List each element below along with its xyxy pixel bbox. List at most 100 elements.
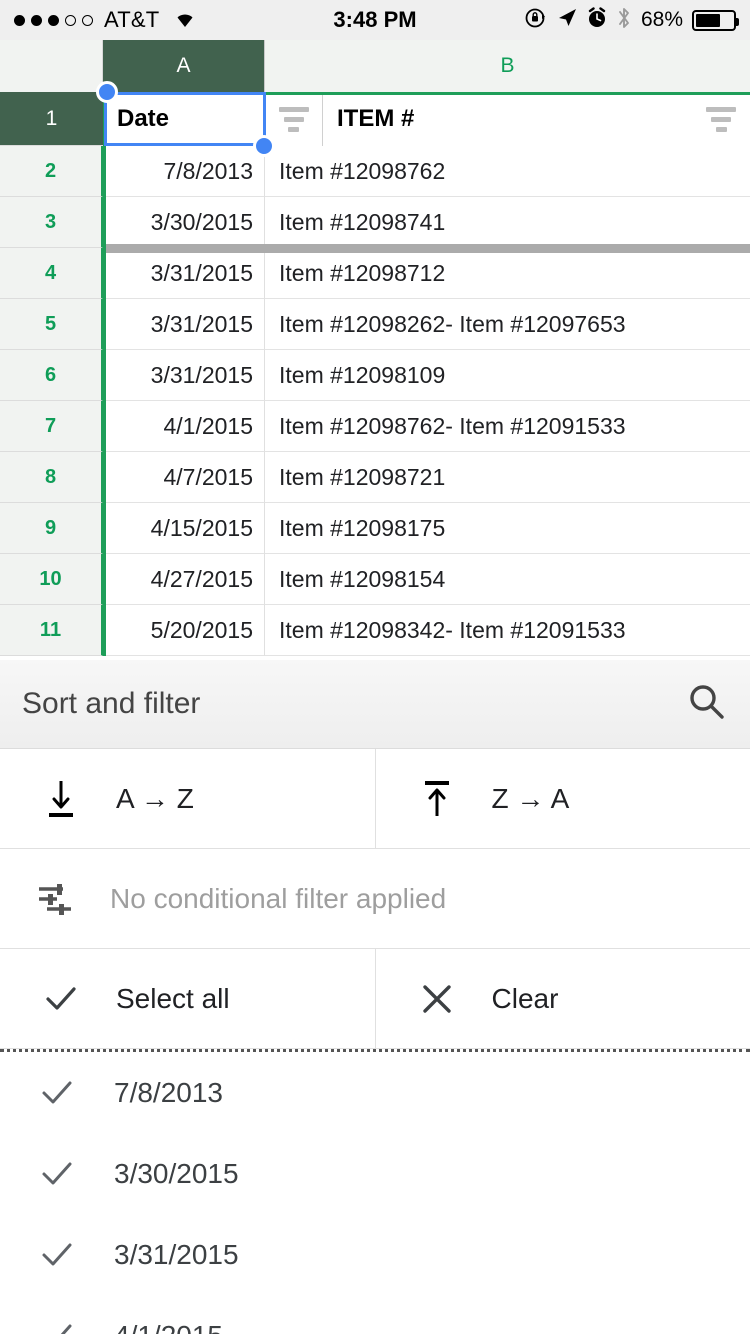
selection-handle-top-left[interactable] (96, 81, 118, 103)
filter-value-label: 3/31/2015 (114, 1239, 239, 1271)
row-number[interactable]: 3 (0, 197, 103, 248)
filter-icon (706, 107, 736, 132)
cell-date[interactable]: 7/8/2013 (103, 146, 265, 197)
alarm-clock-icon (587, 7, 607, 34)
row-number[interactable]: 8 (0, 452, 103, 503)
signal-dot (82, 15, 93, 26)
battery-icon (692, 10, 736, 31)
check-icon (40, 1238, 74, 1272)
row-number[interactable]: 10 (0, 554, 103, 605)
signal-strength-dots (14, 15, 93, 26)
table-row[interactable]: 3 3/30/2015 Item #12098741 (0, 197, 750, 248)
row-number[interactable]: 2 (0, 146, 103, 197)
cell-item[interactable]: Item #12098154 (265, 554, 750, 605)
cell-date[interactable]: 3/31/2015 (103, 299, 265, 350)
header-cell-item[interactable]: ITEM # (323, 92, 692, 146)
sort-descending-button[interactable]: Z → A (376, 749, 750, 848)
cell-date[interactable]: 3/31/2015 (103, 350, 265, 401)
cell-item[interactable]: Item #12098712 (265, 248, 750, 299)
panel-header: Sort and filter (0, 660, 750, 749)
selection-range-left-border (103, 92, 106, 656)
spreadsheet-grid[interactable]: A B 1 Date ITEM # 2 (0, 40, 750, 660)
select-clear-row: Select all Clear (0, 949, 750, 1049)
battery-percent-label: 68% (641, 8, 683, 32)
filter-value-label: 4/1/2015 (114, 1320, 223, 1334)
header-cell-date[interactable]: Date (103, 92, 265, 146)
location-arrow-icon (556, 7, 578, 34)
conditional-filter-label: No conditional filter applied (110, 883, 446, 915)
cell-item[interactable]: Item #12098762 (265, 146, 750, 197)
cell-date[interactable]: 4/27/2015 (103, 554, 265, 605)
selection-range-top-border (103, 92, 750, 95)
cell-item[interactable]: Item #12098721 (265, 452, 750, 503)
status-bar: AT&T 3:48 PM (0, 0, 750, 40)
row-number[interactable]: 6 (0, 350, 103, 401)
filter-button-column-b[interactable] (692, 92, 750, 146)
filter-value-item[interactable]: 7/8/2013 (0, 1052, 750, 1133)
cell-item[interactable]: Item #12098762- Item #12091533 (265, 401, 750, 452)
search-button[interactable] (686, 681, 728, 728)
filter-value-item[interactable]: 4/1/2015 (0, 1295, 750, 1334)
table-row[interactable]: 4 3/31/2015 Item #12098712 (0, 248, 750, 299)
table-row[interactable]: 11 5/20/2015 Item #12098342- Item #12091… (0, 605, 750, 656)
table-row[interactable]: 5 3/31/2015 Item #12098262- Item #120976… (0, 299, 750, 350)
cell-date[interactable]: 4/15/2015 (103, 503, 265, 554)
sort-ascending-button[interactable]: A → Z (0, 749, 376, 848)
wifi-icon (172, 8, 198, 33)
sort-and-filter-panel: Sort and filter A → Z (0, 660, 750, 1334)
row-number[interactable]: 4 (0, 248, 103, 299)
select-all-button[interactable]: Select all (0, 949, 376, 1048)
sort-ascending-icon (40, 777, 82, 821)
filter-icon (279, 107, 309, 132)
clear-label: Clear (492, 983, 559, 1015)
cell-date[interactable]: 3/30/2015 (103, 197, 265, 248)
row-number[interactable]: 11 (0, 605, 103, 656)
cell-item[interactable]: Item #12098741 (265, 197, 750, 248)
column-header-b[interactable]: B (265, 40, 750, 92)
signal-dot (14, 15, 25, 26)
cell-date[interactable]: 4/7/2015 (103, 452, 265, 503)
cell-date[interactable]: 3/31/2015 (103, 248, 265, 299)
check-icon (40, 1076, 74, 1110)
table-row[interactable]: 8 4/7/2015 Item #12098721 (0, 452, 750, 503)
sort-ascending-label: A → Z (116, 783, 194, 815)
filter-button-column-a[interactable] (265, 92, 323, 146)
table-row[interactable]: 9 4/15/2015 Item #12098175 (0, 503, 750, 554)
clear-button[interactable]: Clear (376, 949, 750, 1048)
cell-date[interactable]: 5/20/2015 (103, 605, 265, 656)
column-header-a[interactable]: A (103, 40, 265, 92)
filter-value-item[interactable]: 3/30/2015 (0, 1133, 750, 1214)
close-icon (416, 982, 458, 1016)
selection-handle-bottom-right[interactable] (253, 135, 275, 157)
table-row[interactable]: 6 3/31/2015 Item #12098109 (0, 350, 750, 401)
cell-item[interactable]: Item #12098262- Item #12097653 (265, 299, 750, 350)
row-number[interactable]: 5 (0, 299, 103, 350)
battery-fill (696, 14, 720, 27)
check-icon (40, 1157, 74, 1191)
conditional-filter-button[interactable]: No conditional filter applied (0, 849, 750, 949)
sort-descending-icon (416, 777, 458, 821)
table-row[interactable]: 10 4/27/2015 Item #12098154 (0, 554, 750, 605)
search-icon (686, 681, 728, 728)
row-number[interactable]: 7 (0, 401, 103, 452)
cell-item[interactable]: Item #12098109 (265, 350, 750, 401)
filter-value-label: 3/30/2015 (114, 1158, 239, 1190)
cell-item[interactable]: Item #12098342- Item #12091533 (265, 605, 750, 656)
table-row[interactable]: 2 7/8/2013 Item #12098762 (0, 146, 750, 197)
signal-dot (48, 15, 59, 26)
tune-icon (34, 879, 76, 919)
filter-value-label: 7/8/2013 (114, 1077, 223, 1109)
cell-date[interactable]: 4/1/2015 (103, 401, 265, 452)
row-number-1[interactable]: 1 (0, 92, 103, 146)
check-icon (40, 981, 82, 1017)
frozen-row-divider (103, 244, 750, 253)
panel-title: Sort and filter (22, 687, 200, 721)
row-number[interactable]: 9 (0, 503, 103, 554)
filter-value-item[interactable]: 3/31/2015 (0, 1214, 750, 1295)
table-row[interactable]: 7 4/1/2015 Item #12098762- Item #1209153… (0, 401, 750, 452)
grid-corner-box[interactable] (0, 40, 103, 92)
cell-item[interactable]: Item #12098175 (265, 503, 750, 554)
status-bar-right: 68% (525, 6, 736, 35)
signal-dot (65, 15, 76, 26)
sort-descending-label: Z → A (492, 783, 570, 815)
